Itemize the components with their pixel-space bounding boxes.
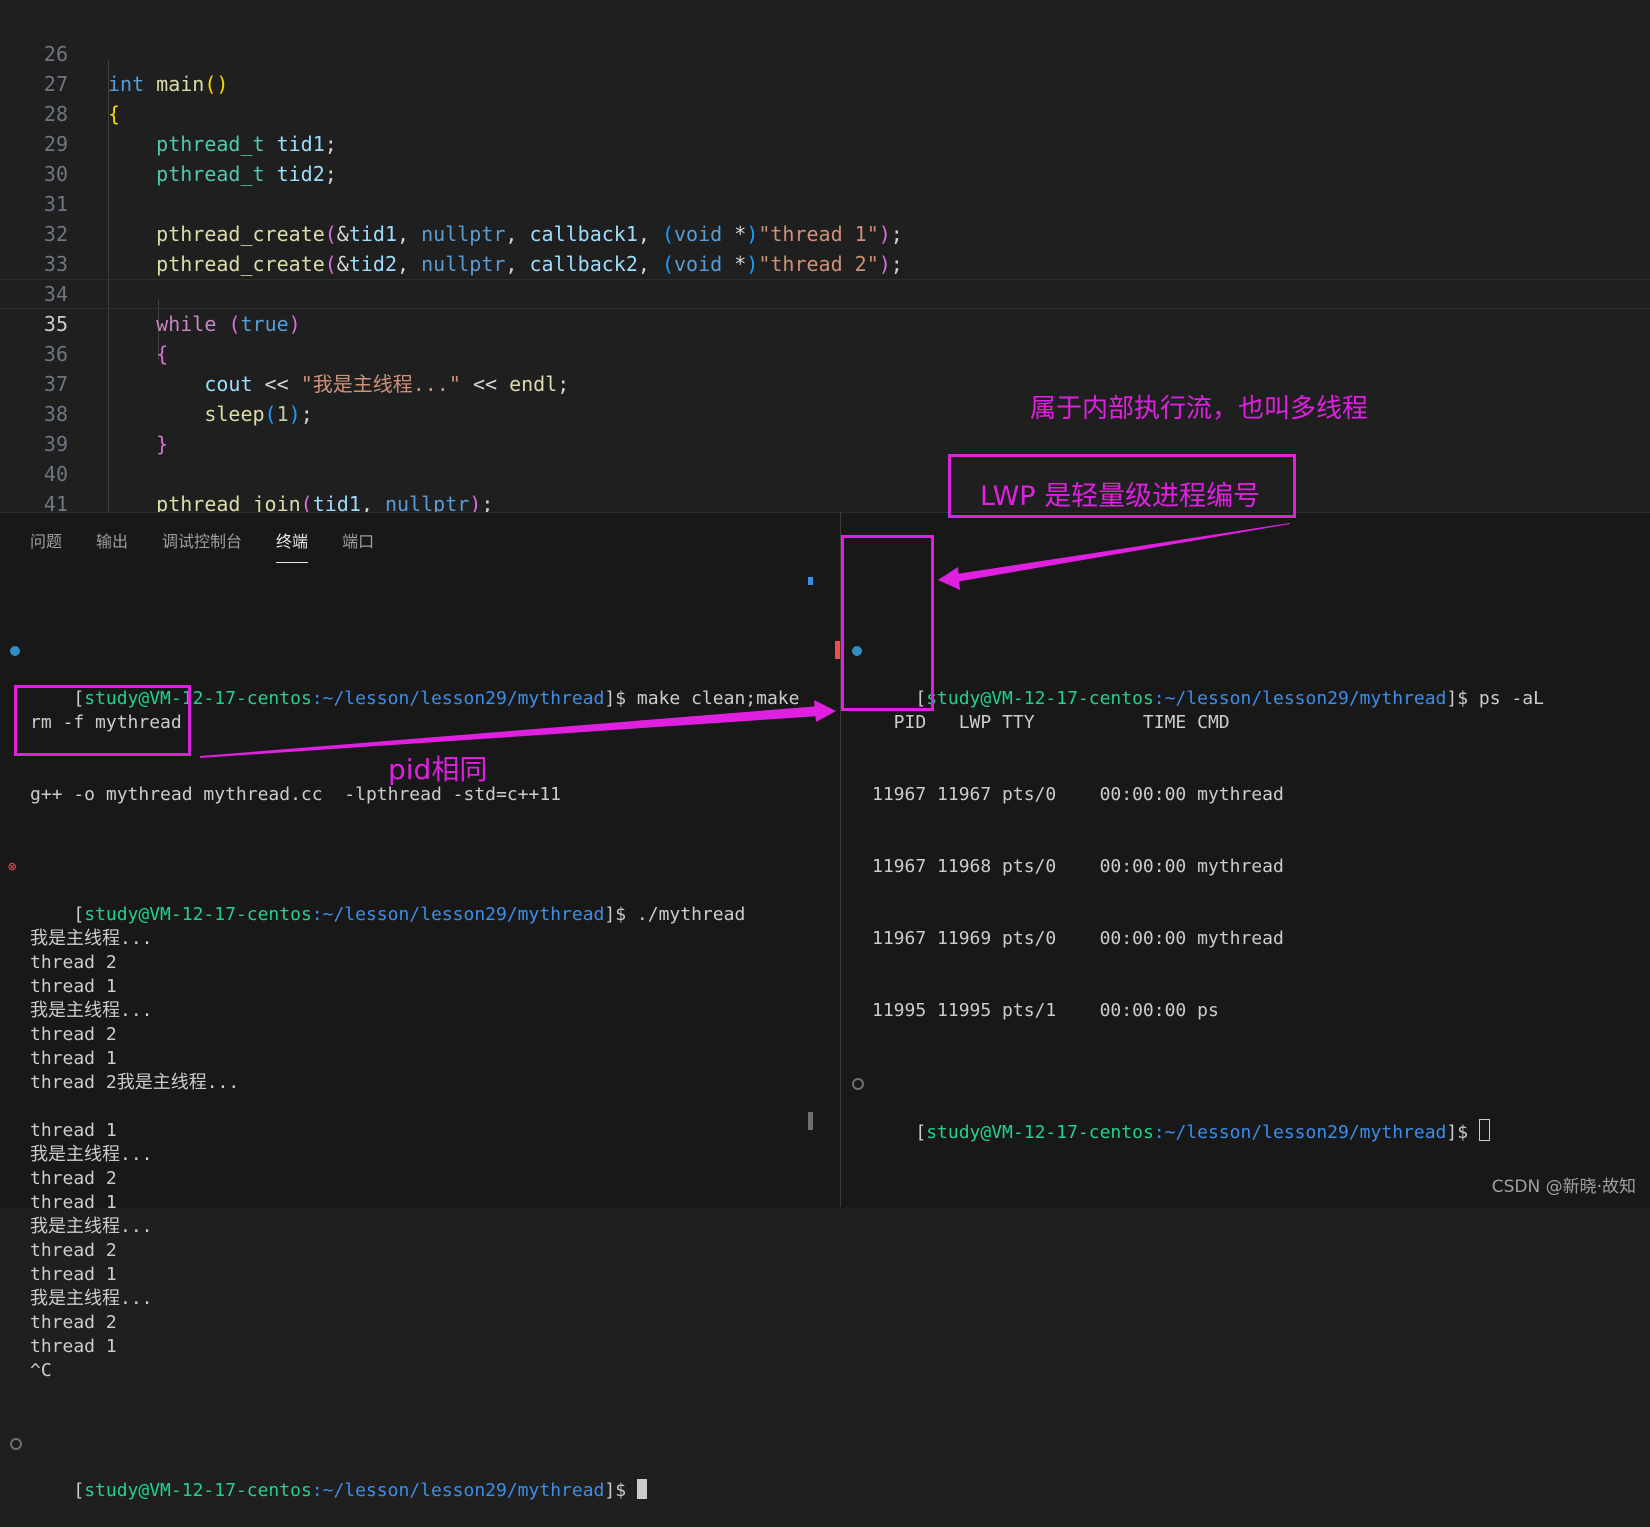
output-line: 我是主线程... [30,928,153,949]
prompt-line: ⊗ [study@VM-12-17-centos:~/lesson/lesson… [8,859,746,925]
code-line: 33 [0,219,1650,276]
code-line: 27 { [0,39,1650,126]
code-line: 39 [0,399,1650,456]
prompt-line: [study@VM-12-17-centos:~/lesson/lesson29… [852,639,1632,709]
output-line: 我是主线程... [30,1288,153,1309]
command-text: make clean;make [636,688,800,709]
ps-row: 11967 11967 pts/0 00:00:00 mythread [872,784,1284,805]
code-editor[interactable]: 26 int main() 27 { 28 pthread_t tid1; 29… [0,0,1650,512]
output-line: thread 1 [30,1048,117,1069]
watermark: CSDN @新晓·故知 [1491,1177,1636,1197]
output-line: thread 2 [30,1240,117,1261]
tab-debug-console[interactable]: 调试控制台 [162,527,242,557]
prompt-line: [study@VM-12-17-centos:~/lesson/lesson29… [852,1071,1632,1143]
output-line: thread 2 [30,1168,117,1189]
code-line: 31 pthread_create(&tid1, nullptr, callba… [0,159,1650,246]
annotation-box-left-output [14,685,191,756]
scrollbar-thumb[interactable] [808,1112,813,1130]
code-line: 38 } [0,369,1650,456]
panel-tabs: 问题 输出 调试控制台 终端 端口 [30,527,408,563]
code-line: 40 pthread_join(tid1, nullptr); [0,429,1650,512]
prompt-path: :~/lesson/lesson29/mythread [1153,688,1447,709]
terminal-cursor [636,1479,647,1499]
code-line: 26 int main() [0,9,1650,96]
ps-row: 11967 11969 pts/0 00:00:00 mythread [872,928,1284,949]
code-line: 37 sleep(1); [0,339,1650,426]
annotation-box-pid-column [841,535,934,711]
terminal-cursor [1478,1119,1490,1141]
prompt-path: :~/lesson/lesson29/mythread [1153,1122,1447,1143]
output-line: ^C [30,1360,52,1381]
command-pending-icon[interactable] [852,1078,864,1090]
output-line: thread 2 [30,1024,117,1045]
prompt-path: :~/lesson/lesson29/mythread [311,904,605,925]
output-line: thread 2 [30,952,117,973]
output-line: thread 1 [30,1120,117,1141]
output-line: thread 1 [30,1336,117,1357]
code-line: 42 [0,489,1650,512]
output-line: thread 1 [30,1264,117,1285]
command-error-icon[interactable]: ⊗ [8,860,18,874]
tab-output[interactable]: 输出 [96,527,128,557]
ps-header: PID LWP TTY TIME CMD [872,712,1230,733]
prompt-user: study@VM-12-17-centos [926,1122,1154,1143]
ps-row: 11967 11968 pts/0 00:00:00 mythread [872,856,1284,877]
prompt-user: study@VM-12-17-centos [84,1480,312,1501]
output-line: thread 1 [30,976,117,997]
code-line: 41 pthread_join(tid2, nullptr); [0,459,1650,512]
code-line: 34 while (true) [0,249,1650,336]
output-line: 我是主线程... [30,1000,153,1021]
output-line: thread 2 [30,1312,117,1333]
program-output: 我是主线程... thread 2 thread 1 我是主线程... thread 2… [30,927,820,1383]
scrollbar-marker[interactable] [808,577,813,585]
prompt-line: [study@VM-12-17-centos:~/lesson/lesson29… [10,1431,820,1501]
prompt-path: :~/lesson/lesson29/mythread [311,1480,605,1501]
tab-problems[interactable]: 问题 [30,527,62,557]
tab-ports[interactable]: 端口 [342,527,374,557]
code-line-active: 35 { [0,279,1650,366]
code-line: 30 [0,129,1650,186]
code-line: 36 cout << "我是主线程..." << endl; [0,309,1650,396]
terminal-right[interactable]: [study@VM-12-17-centos:~/lesson/lesson29… [852,591,1632,1143]
code-line: 28 pthread_t tid1; [0,69,1650,156]
output-line: thread 1 [30,1192,117,1213]
code-line: 29 pthread_t tid2; [0,99,1650,186]
command-text: ./mythread [636,904,746,925]
output-line: thread 2我是主线程... [30,1072,240,1093]
scrollbar-marker[interactable] [835,641,840,659]
prompt-line: [study@VM-12-17-centos:~/lesson/lesson29… [10,639,820,709]
ps-row: 11995 11995 pts/1 00:00:00 ps [872,1000,1219,1021]
annotation-pid: pid相同 [388,753,488,786]
output-line: 我是主线程... [30,1216,153,1237]
tab-terminal[interactable]: 终端 [276,527,309,563]
annotation-top: 属于内部执行流，也叫多线程 [1030,394,1369,424]
annotation-lwp: LWP 是轻量级进程编号 [980,481,1261,512]
prompt-user: study@VM-12-17-centos [84,904,312,925]
code-line: 32 pthread_create(&tid2, nullptr, callba… [0,189,1650,276]
command-success-icon[interactable] [10,646,20,656]
output-line: 我是主线程... [30,1144,153,1165]
command-text: ps -aL [1478,688,1544,709]
prompt-path: :~/lesson/lesson29/mythread [311,688,605,709]
prompt-user: study@VM-12-17-centos [926,688,1154,709]
command-pending-icon[interactable] [10,1438,22,1450]
